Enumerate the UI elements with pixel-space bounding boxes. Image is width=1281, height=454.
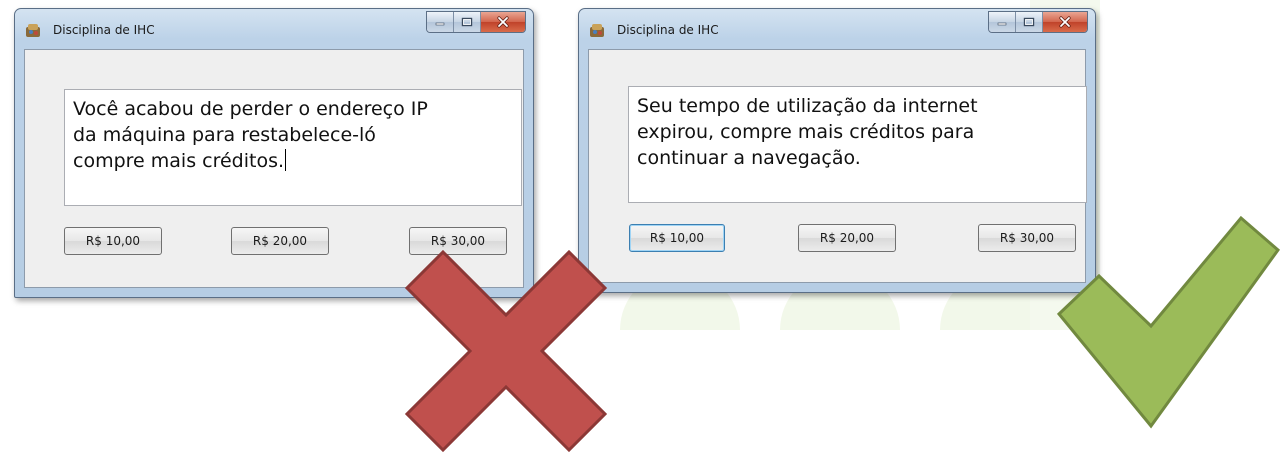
price-button-10[interactable]: R$ 10,00 (629, 224, 725, 252)
red-x-icon (404, 249, 608, 453)
close-button[interactable] (1043, 12, 1087, 32)
minimize-button[interactable] (427, 12, 454, 32)
title-bar: Disciplina de IHC (579, 9, 1095, 49)
maximize-icon (461, 17, 473, 27)
minimize-icon (997, 22, 1007, 26)
app-icon (26, 24, 40, 37)
green-check-icon (1056, 215, 1281, 429)
close-button[interactable] (481, 12, 525, 32)
check-shape (1056, 215, 1281, 429)
x-shape (404, 249, 608, 453)
message-textbox[interactable]: Seu tempo de utilização da internet expi… (628, 86, 1087, 203)
window-controls (426, 11, 526, 33)
window-controls (988, 11, 1088, 33)
price-button-10[interactable]: R$ 10,00 (64, 227, 162, 255)
maximize-icon (1023, 17, 1035, 27)
minimize-icon (435, 22, 445, 26)
text-caret (285, 149, 287, 171)
minimize-button[interactable] (989, 12, 1016, 32)
message-text: Você acabou de perder o endereço IP da m… (73, 98, 428, 172)
message-text: Seu tempo de utilização da internet expi… (637, 95, 978, 169)
window-client-area: Seu tempo de utilização da internet expi… (588, 49, 1087, 283)
app-icon (590, 24, 604, 37)
close-icon (497, 16, 509, 28)
maximize-button[interactable] (454, 12, 481, 32)
price-button-20[interactable]: R$ 20,00 (231, 227, 329, 255)
maximize-button[interactable] (1016, 12, 1043, 32)
dialog-window-right: Disciplina de IHC Seu tempo de utilizaçã… (578, 8, 1096, 293)
close-icon (1059, 16, 1071, 28)
window-title: Disciplina de IHC (617, 23, 719, 37)
window-title: Disciplina de IHC (53, 23, 155, 37)
price-button-20[interactable]: R$ 20,00 (798, 224, 896, 252)
message-textbox[interactable]: Você acabou de perder o endereço IP da m… (64, 89, 522, 206)
title-bar: Disciplina de IHC (15, 9, 533, 49)
